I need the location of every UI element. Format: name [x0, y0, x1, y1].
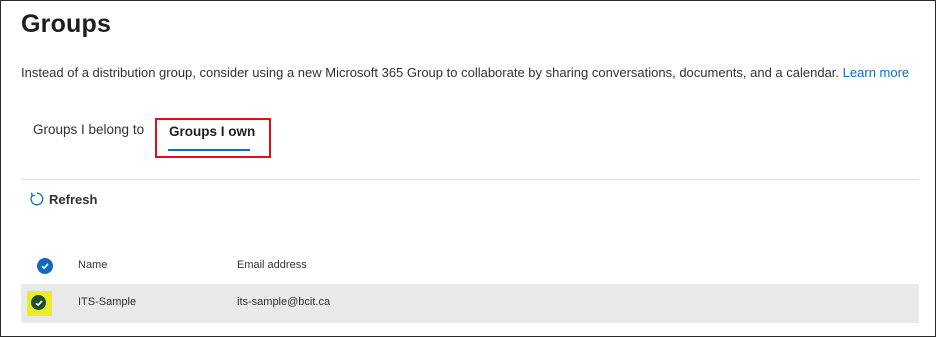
learn-more-link[interactable]: Learn more: [843, 65, 909, 80]
column-header-email[interactable]: Email address: [237, 259, 307, 271]
group-email: its-sample@bcit.ca: [237, 296, 331, 308]
column-header-name[interactable]: Name: [78, 259, 107, 271]
refresh-label: Refresh: [49, 191, 98, 207]
tab-highlight-box: Groups I own: [155, 118, 271, 158]
table-row[interactable]: ITS-Sample its-sample@bcit.ca: [21, 284, 919, 323]
divider: [21, 179, 919, 180]
checkmark-icon: [41, 263, 49, 270]
selected-tab-underline: [168, 149, 250, 151]
row-checkbox[interactable]: [31, 295, 46, 310]
description-text: Instead of a distribution group, conside…: [21, 65, 840, 80]
page-description: Instead of a distribution group, conside…: [21, 65, 909, 80]
checkmark-icon: [34, 299, 43, 306]
refresh-button[interactable]: Refresh: [29, 191, 97, 207]
tab-groups-i-own[interactable]: Groups I own: [169, 124, 255, 139]
table-header: Name Email address: [21, 252, 919, 280]
select-all-checkbox[interactable]: [37, 258, 53, 274]
group-name: ITS-Sample: [78, 296, 137, 308]
refresh-icon: [30, 192, 44, 206]
page-title: Groups: [21, 10, 112, 38]
tab-groups-i-belong-to[interactable]: Groups I belong to: [33, 122, 144, 137]
